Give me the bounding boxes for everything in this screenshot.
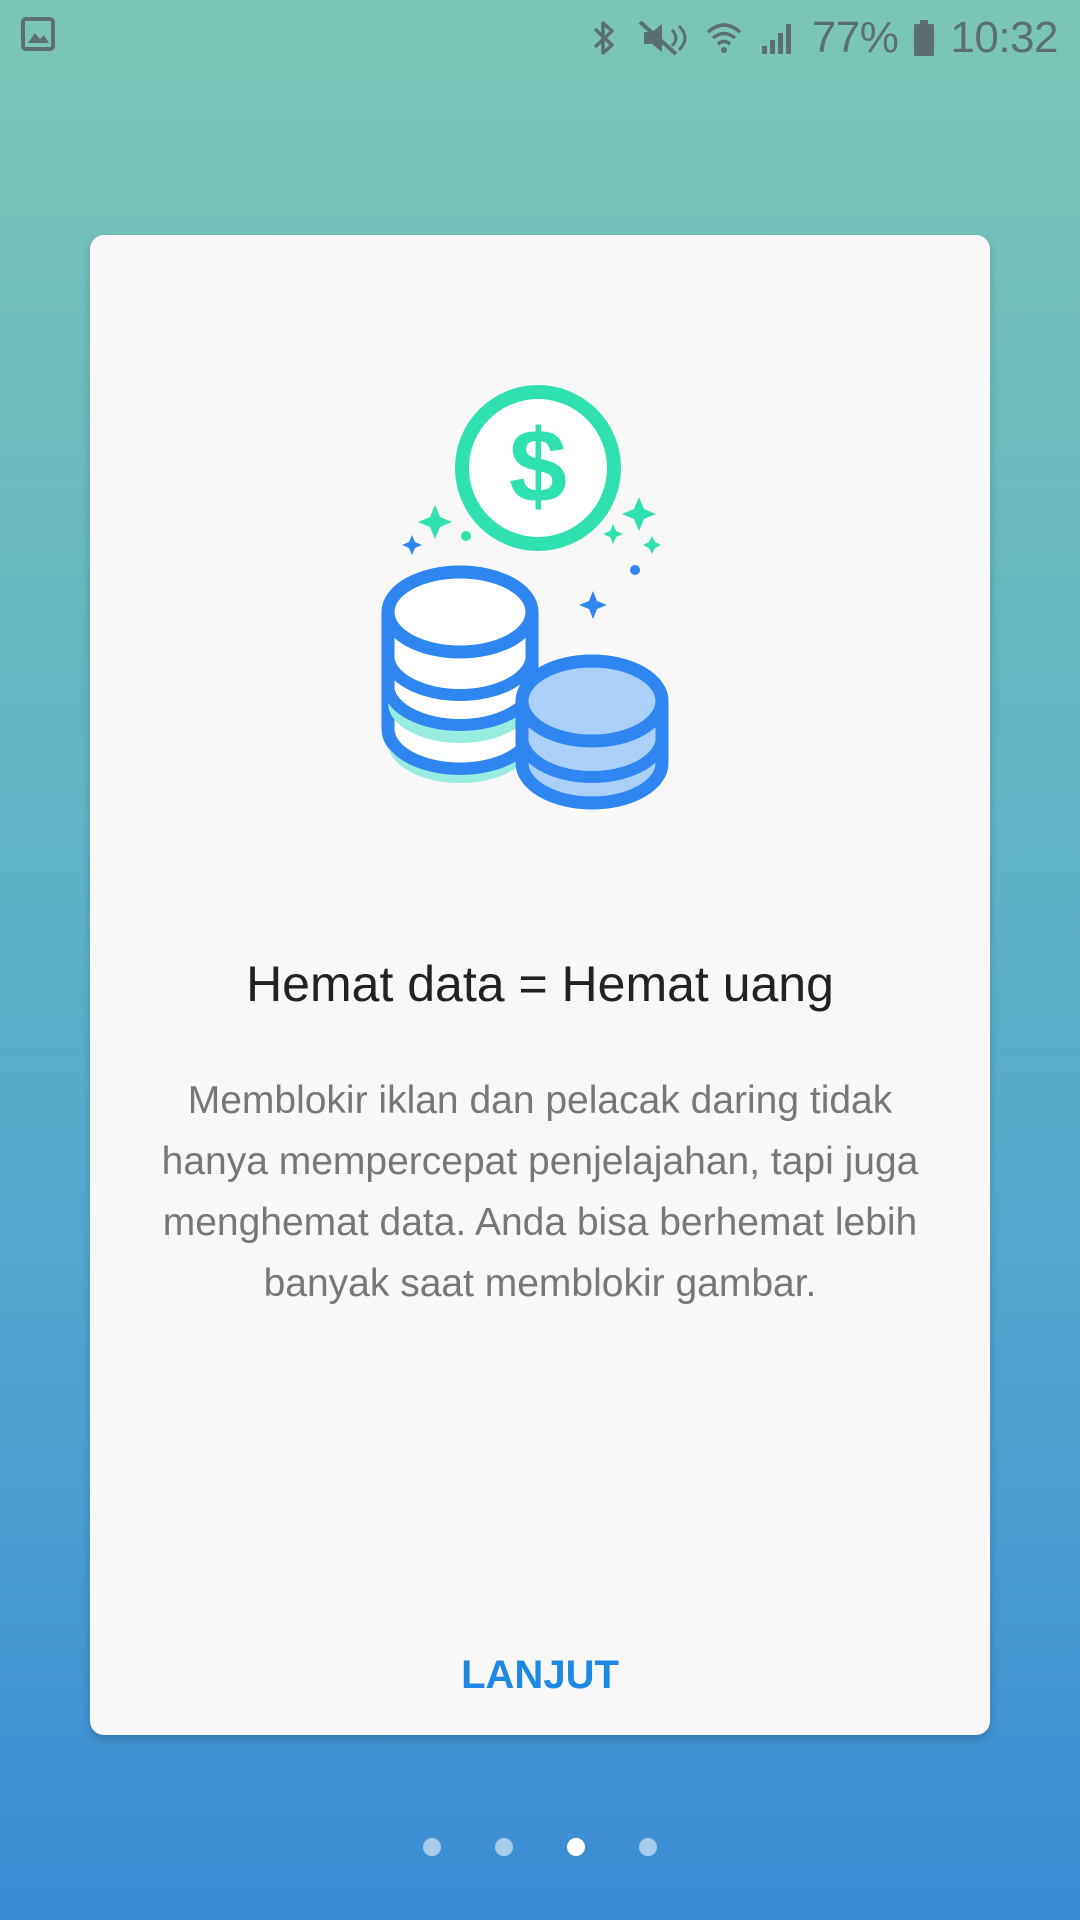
page-indicator [0,1838,1080,1858]
status-bar: 77% 10:32 [0,0,1080,75]
coins-money-icon: $ [380,385,700,835]
signal-icon [758,18,798,58]
page-dot-4[interactable] [639,1838,657,1856]
description-text: Memblokir iklan dan pelacak daring tidak… [161,1079,919,1305]
mute-icon [636,18,690,58]
svg-text:$: $ [509,409,567,525]
page-dot-2[interactable] [495,1838,513,1856]
next-button[interactable]: LANJUT [440,1635,640,1715]
bluetooth-icon [586,18,622,58]
battery-icon [912,18,936,58]
page-dot-3[interactable] [567,1838,585,1856]
wifi-icon [704,18,744,58]
battery-percent: 77% [811,13,899,62]
clock: 10:32 [950,13,1058,62]
page-title: Hemat data = Hemat uang [246,956,834,1012]
page-dot-1[interactable] [423,1838,441,1856]
gallery-icon [20,16,60,56]
onboarding-card: $ Hemat data = Hemat uang Memblokir ikla… [90,235,990,1735]
